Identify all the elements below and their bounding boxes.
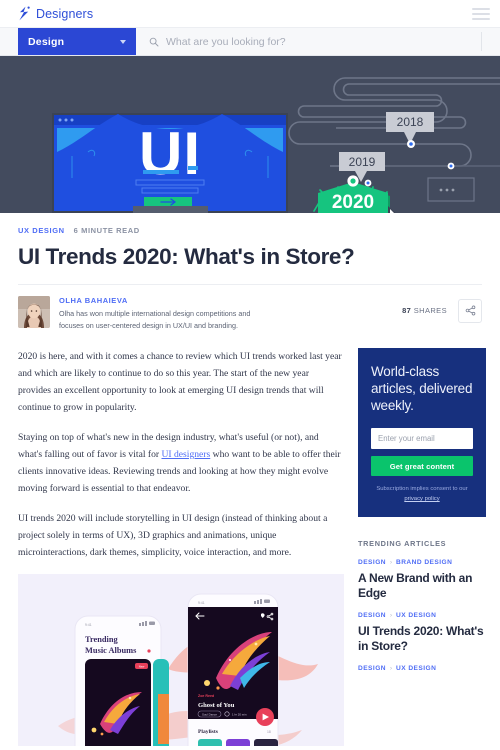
search-bar: Design (0, 28, 500, 56)
breadcrumb-secondary[interactable]: BRAND DESIGN (396, 559, 452, 566)
hamburger-line (472, 12, 490, 15)
avatar[interactable] (18, 295, 50, 328)
article-paragraph: 2020 is here, and with it comes a chance… (18, 348, 344, 416)
trending-article-title[interactable]: A New Brand with an Edge (358, 571, 486, 601)
breadcrumb-primary[interactable]: DESIGN (358, 665, 386, 672)
phone-mockup-two: 9:41 Zoe Reed Ghost of You Soul Dance 1 … (187, 593, 279, 747)
share-count: 87 SHARES (402, 306, 447, 315)
author-byline: OLHA BAHAIEVA Olha has won multiple inte… (18, 285, 482, 332)
share-button[interactable] (458, 298, 482, 323)
svg-text:9:41: 9:41 (198, 601, 205, 605)
article-read-time: 6 MINUTE READ (73, 226, 140, 235)
article-paragraph: UI trends 2020 will include storytelling… (18, 510, 344, 561)
article-content: UX DESIGN 6 MINUTE READ UI Trends 2020: … (0, 213, 500, 747)
privacy-policy-link[interactable]: privacy policy (404, 496, 439, 502)
article-paragraph: Staying on top of what's new in the desi… (18, 429, 344, 497)
breadcrumb-separator-icon: › (389, 665, 392, 672)
share-icon (465, 305, 475, 316)
hamburger-menu-icon[interactable] (472, 7, 490, 20)
consent-text: Subscription implies consent to our (376, 486, 468, 493)
email-field[interactable] (371, 428, 473, 450)
breadcrumb: DESIGN › UX DESIGN (358, 665, 486, 672)
breadcrumb-primary[interactable]: DESIGN (358, 559, 386, 566)
newsletter-heading: World-class articles, delivered weekly. (371, 363, 473, 414)
hamburger-line (472, 7, 490, 10)
timeline-year-label: 2019 (349, 155, 376, 169)
list-item[interactable]: DESIGN › BRAND DESIGN A New Brand with a… (358, 559, 486, 601)
playlist-label: Playlists (198, 729, 219, 735)
hamburger-line (472, 17, 490, 20)
search-icon (149, 37, 159, 46)
breadcrumb: DESIGN › UX DESIGN (358, 612, 486, 619)
trending-articles-section: TRENDING ARTICLES DESIGN › BRAND DESIGN … (358, 539, 486, 672)
ui-designers-link[interactable]: UI designers (161, 449, 210, 460)
author-bio: Olha has won multiple international desi… (59, 308, 251, 330)
byline-text: OLHA BAHAIEVA Olha has won multiple inte… (59, 296, 402, 332)
svg-text:9:41: 9:41 (85, 623, 92, 627)
trending-heading: TRENDING ARTICLES (358, 539, 447, 549)
newsletter-signup-card: World-class articles, delivered weekly. … (358, 347, 486, 518)
phone-one-title-line2: Music Albums (85, 646, 137, 655)
phone-mockup-one: 9:41 Trending Music Albums New (74, 615, 169, 747)
breadcrumb-separator-icon: › (389, 612, 392, 619)
playlist-count: 18 (267, 730, 271, 734)
article-figure: 9:41 Trending Music Albums New 9:41 Zoe … (18, 574, 344, 747)
author-name-link[interactable]: OLHA BAHAIEVA (59, 296, 402, 305)
browser-window-illustration: UI (52, 113, 288, 213)
chevron-down-icon (120, 39, 126, 44)
article-meta-row: UX DESIGN 6 MINUTE READ (18, 213, 482, 235)
body-columns: 2020 is here, and with it comes a chance… (18, 332, 486, 747)
phone-two-duration: 1 hr 20 min (232, 713, 247, 717)
timeline-year-label: 2020 (332, 192, 374, 213)
search-input[interactable] (166, 35, 481, 48)
phone-two-tag: Soul Dance (202, 713, 217, 717)
svg-text:UI: UI (139, 120, 201, 187)
top-navigation-bar: Designers (0, 0, 500, 28)
share-count-label: SHARES (413, 306, 447, 316)
phone-two-title: Ghost of You (198, 702, 235, 709)
designers-logo-icon (19, 6, 30, 21)
breadcrumb-secondary[interactable]: UX DESIGN (396, 612, 436, 619)
breadcrumb-separator-icon: › (389, 559, 392, 566)
brand-logo[interactable]: Designers (18, 6, 93, 21)
list-item[interactable]: DESIGN › UX DESIGN (358, 665, 486, 672)
breadcrumb-secondary[interactable]: UX DESIGN (396, 665, 436, 672)
category-dropdown[interactable]: Design (18, 28, 136, 55)
main-column: 2020 is here, and with it comes a chance… (18, 348, 344, 747)
author-avatar-image (18, 295, 50, 328)
subscribe-button[interactable]: Get great content (371, 456, 473, 477)
breadcrumb-primary[interactable]: DESIGN (358, 612, 386, 619)
article-category-link[interactable]: UX DESIGN (18, 226, 65, 235)
search-bar-end (482, 28, 500, 55)
hero-illustration: UI 2018 2019 2020 (0, 56, 500, 213)
timeline-year-label: 2018 (397, 115, 424, 129)
paragraph-text: 2020 is here, and with it comes a chance… (18, 350, 342, 413)
trending-article-title[interactable]: UI Trends 2020: What's in Store? (358, 624, 486, 654)
breadcrumb: DESIGN › BRAND DESIGN (358, 559, 486, 566)
paragraph-text: UI trends 2020 will include storytelling… (18, 513, 328, 559)
list-item[interactable]: DESIGN › UX DESIGN UI Trends 2020: What'… (358, 612, 486, 654)
page-root: Designers Design What are you looking fo… (0, 0, 500, 750)
music-app-mockup: 9:41 Trending Music Albums New 9:41 Zoe … (18, 574, 344, 747)
svg-text:New: New (139, 665, 146, 669)
phone-two-artist: Zoe Reed (198, 694, 214, 698)
share-count-number: 87 (402, 306, 412, 316)
brand-name: Designers (36, 6, 94, 21)
share-group: 87 SHARES (402, 298, 482, 323)
newsletter-consent-note: Subscription implies consent to our priv… (371, 485, 473, 504)
hero-artwork: UI 2018 2019 2020 (0, 56, 500, 213)
search-field-wrap (136, 28, 481, 55)
page-title: UI Trends 2020: What's in Store? (18, 244, 355, 269)
phone-one-title-line1: Trending (85, 635, 119, 644)
category-dropdown-label: Design (28, 35, 65, 48)
sidebar: World-class articles, delivered weekly. … (358, 347, 486, 747)
